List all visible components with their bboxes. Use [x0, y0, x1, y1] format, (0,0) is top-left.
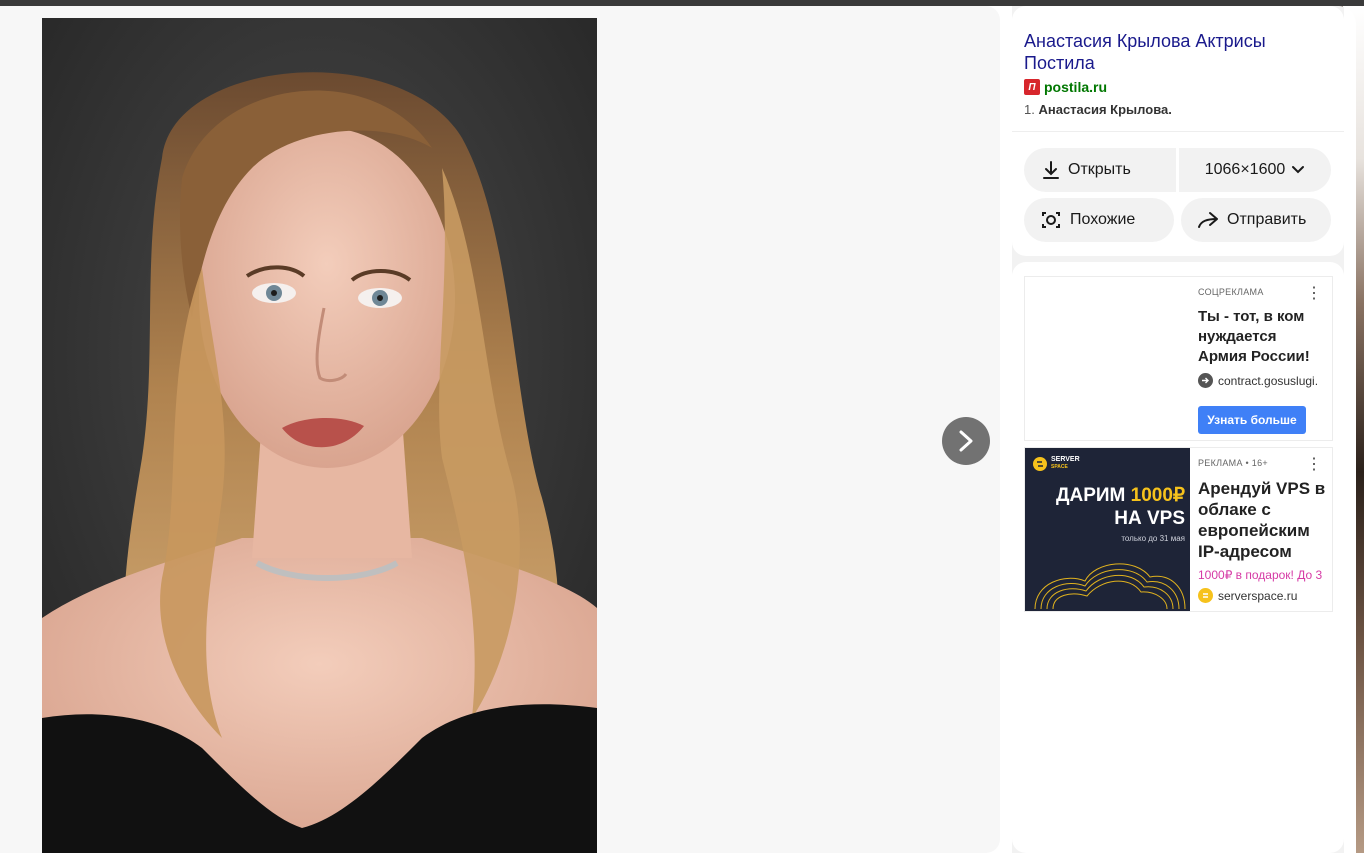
- ad-label: РЕКЛАМА • 16+: [1198, 458, 1268, 468]
- snippet-prefix: 1.: [1024, 102, 1039, 117]
- serverspace-favicon-icon: [1198, 588, 1213, 603]
- ad-label: СОЦРЕКЛАМА: [1198, 287, 1264, 297]
- similar-label: Похожие: [1070, 211, 1136, 228]
- share-arrow-icon: [1198, 212, 1218, 228]
- size-label: 1066×1600: [1204, 161, 1286, 178]
- ad-domain: serverspace.ru: [1218, 588, 1298, 603]
- serverspace-logo-icon: [1033, 456, 1047, 471]
- snippet-text: 1. Анастасия Крылова.: [1024, 102, 1172, 117]
- ad-title[interactable]: Ты - тот, в ком нуждается Армия России!: [1198, 307, 1323, 367]
- snippet-bold: Анастасия Крылова.: [1038, 102, 1172, 117]
- download-icon: [1043, 161, 1059, 179]
- ad-promo-text: 1000₽ в подарок! До 3: [1198, 568, 1323, 582]
- more-vert-icon[interactable]: ⋮: [1306, 283, 1322, 303]
- ads-card: СОЦРЕКЛАМА ⋮ Ты - тот, в ком нуждается А…: [1012, 262, 1344, 853]
- ad-domain: contract.gosuslugi.: [1218, 373, 1319, 388]
- chevron-down-icon: [1292, 166, 1305, 174]
- brand-line1: SERVER: [1051, 456, 1080, 463]
- details-sidebar: Анастасия Крылова Актрисы Постила П post…: [1012, 6, 1344, 853]
- learn-more-button[interactable]: Узнать больше: [1198, 406, 1306, 434]
- divider: [1012, 131, 1344, 132]
- brand-line2: SPACE: [1051, 464, 1068, 470]
- image-info-card: Анастасия Крылова Актрисы Постила П post…: [1012, 6, 1344, 256]
- banner-cloud-graphic: [1034, 563, 1186, 610]
- open-label: Открыть: [1068, 161, 1131, 178]
- site-favicon-icon: П: [1024, 79, 1040, 95]
- ad-title[interactable]: Арендуй VPS в облаке с европейским IP-ад…: [1198, 478, 1328, 562]
- image-title-link[interactable]: Анастасия Крылова Актрисы Постила: [1024, 30, 1324, 74]
- image-viewer-modal: Анастасия Крылова Актрисы Постила П post…: [0, 6, 1356, 853]
- open-button[interactable]: Открыть: [1024, 148, 1176, 192]
- image-viewer-area: [0, 6, 1000, 853]
- ad-domain-link[interactable]: serverspace.ru: [1198, 588, 1328, 603]
- banner-headline: ДАРИМ 1000₽: [1025, 484, 1185, 507]
- size-select[interactable]: 1066×1600: [1179, 148, 1331, 192]
- source-domain[interactable]: postila.ru: [1044, 79, 1107, 95]
- ad-social[interactable]: СОЦРЕКЛАМА ⋮ Ты - тот, в ком нуждается А…: [1024, 276, 1333, 441]
- ad-vps[interactable]: SERVER SPACE ДАРИМ 1000₽ НА VPS только д…: [1024, 447, 1333, 612]
- banner-headline-line2: НА VPS: [1114, 508, 1185, 529]
- more-vert-icon[interactable]: ⋮: [1306, 454, 1322, 474]
- share-button[interactable]: Отправить: [1181, 198, 1331, 242]
- source-link[interactable]: П postila.ru: [1024, 79, 1107, 95]
- share-label: Отправить: [1227, 211, 1307, 228]
- ad-banner-image[interactable]: SERVER SPACE ДАРИМ 1000₽ НА VPS только д…: [1025, 448, 1190, 611]
- serverspace-logo: SERVER SPACE: [1033, 456, 1080, 471]
- arrow-circle-icon: [1198, 373, 1213, 388]
- chevron-right-icon: [959, 430, 973, 452]
- banner-headline-prefix: ДАРИМ: [1055, 485, 1131, 506]
- similar-button[interactable]: Похожие: [1024, 198, 1174, 242]
- banner-subline: только до 31 мая: [1121, 534, 1185, 543]
- main-photo[interactable]: [42, 18, 597, 853]
- banner-headline-amount: 1000₽: [1130, 485, 1185, 506]
- camera-search-icon: [1042, 212, 1060, 228]
- next-image-button[interactable]: [942, 417, 990, 465]
- ad-domain-link[interactable]: contract.gosuslugi.: [1198, 373, 1328, 388]
